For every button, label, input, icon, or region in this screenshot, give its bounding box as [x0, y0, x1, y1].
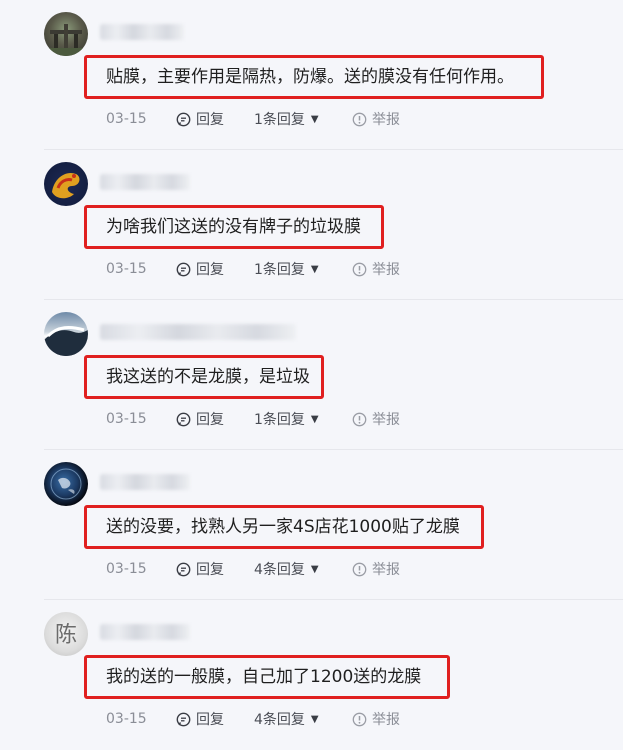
- view-replies-toggle[interactable]: 4条回复 ▼: [254, 709, 352, 729]
- info-circle-icon: [352, 112, 367, 126]
- report-button[interactable]: 举报: [352, 109, 400, 129]
- caret-down-icon: ▼: [310, 413, 319, 425]
- reply-button[interactable]: 回复: [176, 109, 254, 129]
- comment-text: 我这送的不是龙膜，是垃圾: [106, 367, 310, 387]
- report-label: 举报: [372, 562, 400, 578]
- replies-count: 1条回复: [254, 112, 305, 128]
- chat-bubble-icon: [176, 262, 191, 276]
- comment-meta: 03-15 回复 4条回复 ▼ 举报: [106, 558, 400, 580]
- username-redacted: [100, 624, 190, 640]
- report-label: 举报: [372, 412, 400, 428]
- report-button[interactable]: 举报: [352, 559, 400, 579]
- reply-label: 回复: [196, 412, 224, 428]
- username-redacted: [100, 474, 190, 490]
- caret-down-icon: ▼: [310, 563, 319, 575]
- reply-label: 回复: [196, 562, 224, 578]
- comment-date: 03-15: [106, 111, 147, 127]
- reply-button[interactable]: 回复: [176, 259, 254, 279]
- chat-bubble-icon: [176, 112, 191, 126]
- replies-count: 4条回复: [254, 712, 305, 728]
- caret-down-icon: ▼: [310, 713, 319, 725]
- comment-date: 03-15: [106, 711, 147, 727]
- reply-button[interactable]: 回复: [176, 559, 254, 579]
- avatar[interactable]: [44, 12, 88, 56]
- report-button[interactable]: 举报: [352, 709, 400, 729]
- report-label: 举报: [372, 712, 400, 728]
- username-redacted: [100, 174, 190, 190]
- comment-date: 03-15: [106, 561, 147, 577]
- view-replies-toggle[interactable]: 1条回复 ▼: [254, 109, 352, 129]
- info-circle-icon: [352, 262, 367, 276]
- avatar[interactable]: [44, 312, 88, 356]
- info-circle-icon: [352, 712, 367, 726]
- comment-date: 03-15: [106, 261, 147, 277]
- report-label: 举报: [372, 112, 400, 128]
- avatar[interactable]: 陈: [44, 612, 88, 656]
- chat-bubble-icon: [176, 562, 191, 576]
- chat-bubble-icon: [176, 712, 191, 726]
- reply-label: 回复: [196, 112, 224, 128]
- comment-text: 送的没要，找熟人另一家4S店花1000贴了龙膜: [106, 517, 460, 537]
- replies-count: 4条回复: [254, 562, 305, 578]
- comment-item: 为啥我们这送的没有牌子的垃圾膜 03-15 回复 1条回复 ▼ 举报: [0, 150, 623, 300]
- view-replies-toggle[interactable]: 1条回复 ▼: [254, 259, 352, 279]
- report-label: 举报: [372, 262, 400, 278]
- caret-down-icon: ▼: [310, 113, 319, 125]
- comment-text: 贴膜，主要作用是隔热，防爆。送的膜没有任何作用。: [106, 67, 514, 87]
- comment-meta: 03-15 回复 1条回复 ▼ 举报: [106, 258, 400, 280]
- reply-button[interactable]: 回复: [176, 709, 254, 729]
- chat-bubble-icon: [176, 412, 191, 426]
- comment-meta: 03-15 回复 1条回复 ▼ 举报: [106, 108, 400, 130]
- username-redacted: [100, 24, 184, 40]
- info-circle-icon: [352, 562, 367, 576]
- replies-count: 1条回复: [254, 262, 305, 278]
- info-circle-icon: [352, 412, 367, 426]
- report-button[interactable]: 举报: [352, 409, 400, 429]
- comment-item: 我这送的不是龙膜，是垃圾 03-15 回复 1条回复 ▼ 举报: [0, 300, 623, 450]
- replies-count: 1条回复: [254, 412, 305, 428]
- comment-item: 陈 我的送的一般膜，自己加了1200送的龙膜 03-15 回复 4条回复 ▼ 举…: [0, 600, 623, 750]
- avatar-glyph: 陈: [55, 623, 77, 648]
- reply-button[interactable]: 回复: [176, 409, 254, 429]
- caret-down-icon: ▼: [310, 263, 319, 275]
- view-replies-toggle[interactable]: 4条回复 ▼: [254, 559, 352, 579]
- comment-item: 送的没要，找熟人另一家4S店花1000贴了龙膜 03-15 回复 4条回复 ▼ …: [0, 450, 623, 600]
- avatar[interactable]: [44, 162, 88, 206]
- comment-item: 贴膜，主要作用是隔热，防爆。送的膜没有任何作用。 03-15 回复 1条回复 ▼…: [0, 0, 623, 150]
- view-replies-toggle[interactable]: 1条回复 ▼: [254, 409, 352, 429]
- comment-meta: 03-15 回复 1条回复 ▼ 举报: [106, 408, 400, 430]
- comment-text: 我的送的一般膜，自己加了1200送的龙膜: [106, 667, 422, 687]
- report-button[interactable]: 举报: [352, 259, 400, 279]
- avatar[interactable]: [44, 462, 88, 506]
- reply-label: 回复: [196, 712, 224, 728]
- reply-label: 回复: [196, 262, 224, 278]
- username-redacted: [100, 324, 296, 340]
- comment-text: 为啥我们这送的没有牌子的垃圾膜: [106, 217, 361, 237]
- comment-date: 03-15: [106, 411, 147, 427]
- comment-meta: 03-15 回复 4条回复 ▼ 举报: [106, 708, 400, 730]
